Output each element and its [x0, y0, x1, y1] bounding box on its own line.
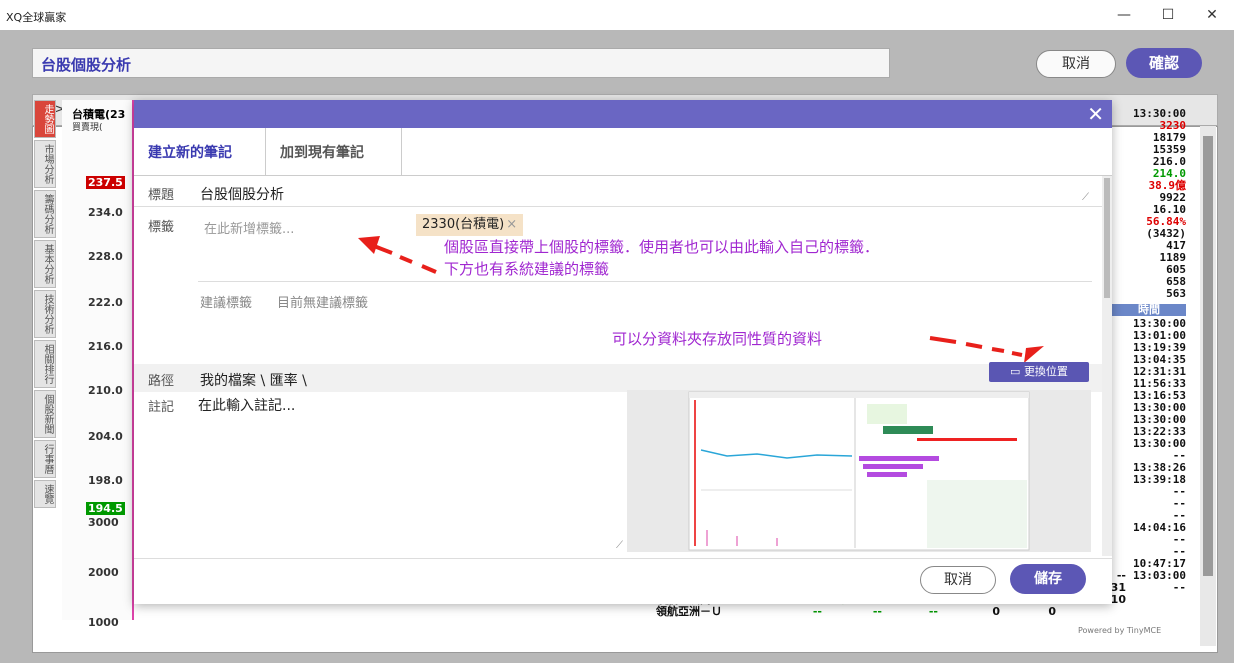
- list-cell: 領航亞洲－Ｕ: [656, 605, 722, 618]
- side-tab[interactable]: 走勢圖: [34, 100, 56, 138]
- maximize-icon[interactable]: ☐: [1146, 0, 1190, 30]
- side-tab[interactable]: 技術分析: [34, 290, 56, 338]
- powered-by: Powered by TinyMCE: [1078, 626, 1162, 635]
- y-axis-label: 237.5: [86, 176, 125, 189]
- side-tab[interactable]: 基本分析: [34, 240, 56, 288]
- folder-icon: ▭: [1010, 365, 1024, 378]
- divider: [134, 558, 1112, 559]
- tags-label: 標籤: [148, 220, 175, 235]
- tag-input[interactable]: 在此新增標籤...: [204, 218, 294, 237]
- resize-grip-icon[interactable]: ⟋: [616, 540, 623, 551]
- editor-scrollbar[interactable]: [1200, 126, 1216, 646]
- y-axis-label: 216.0: [88, 340, 123, 353]
- close-icon[interactable]: ✕: [1190, 0, 1234, 30]
- y-axis-label: 1000: [88, 616, 119, 629]
- resize-grip-icon[interactable]: ⟋: [1082, 192, 1089, 203]
- title-field[interactable]: 台股個股分析: [200, 184, 284, 204]
- dialog-scrollbar[interactable]: [1102, 176, 1112, 556]
- y-axis-label: 228.0: [88, 250, 123, 263]
- quote-value: 563: [1166, 287, 1186, 300]
- change-location-button[interactable]: ▭ 更換位置: [989, 362, 1089, 382]
- time-column-header: 時間: [1112, 304, 1186, 316]
- y-axis-label: 234.0: [88, 206, 123, 219]
- minimize-icon[interactable]: —: [1102, 0, 1146, 30]
- y-axis-label: 194.5: [86, 502, 125, 515]
- list-cell: [1056, 606, 1126, 618]
- side-tab[interactable]: 行事曆: [34, 440, 56, 478]
- divider: [134, 206, 1112, 207]
- tab-existing-note[interactable]: 加到現有筆記: [266, 128, 402, 176]
- add-note-dialog: ✕ 建立新的筆記 加到現有筆記 標題 台股個股分析 ⟋ 標籤 在此新增標籤...…: [134, 100, 1112, 604]
- side-tab[interactable]: 速覽: [34, 480, 56, 508]
- y-axis-label: 3000: [88, 516, 119, 529]
- list-cell: 0: [992, 605, 1000, 618]
- note-input[interactable]: 在此輸入註記...: [198, 395, 295, 415]
- confirm-button[interactable]: 確認: [1126, 48, 1202, 78]
- dialog-header: ✕: [134, 100, 1112, 128]
- window-controls: — ☐ ✕: [1102, 0, 1234, 30]
- list-cell: --: [872, 605, 882, 618]
- screenshot-side-tabs: 走勢圖 市場分析 籌碼分析 基本分析 技術分析 相關排行 個股新聞 行事曆 速覽: [34, 100, 60, 560]
- list-cell: --: [812, 605, 822, 618]
- side-tab[interactable]: 籌碼分析: [34, 190, 56, 238]
- tab-new-note[interactable]: 建立新的筆記: [134, 128, 266, 176]
- suggested-tags-label: 建議標籤: [200, 296, 253, 311]
- chart-subtitle: 買賣現(: [72, 123, 103, 133]
- divider: [198, 281, 1092, 282]
- screenshot-thumbnail: [627, 390, 1091, 552]
- dialog-tabs: 建立新的筆記 加到現有筆記: [134, 128, 1112, 176]
- list-cell: --: [928, 605, 938, 618]
- annotation-tags-line2: 下方也有系統建議的標籤: [444, 260, 610, 278]
- cancel-button[interactable]: 取消: [1036, 50, 1116, 78]
- quote-panel: 13:30:00 3230 18179 15359 216.0 214.0 38.9億 992…: [1112, 108, 1186, 618]
- save-button[interactable]: 儲存: [1010, 564, 1086, 594]
- annotation-tags-line1: 個股區直接帶上個股的標籤．使用者也可以由此輸入自己的標籤．: [444, 238, 880, 256]
- remove-tag-icon[interactable]: ×: [506, 217, 517, 232]
- path-value: 我的檔案 \ 匯率 \: [200, 373, 307, 389]
- y-axis-label: 198.0: [88, 474, 123, 487]
- list-cell: 0: [1048, 605, 1056, 618]
- dialog-scroll-thumb[interactable]: [1104, 178, 1110, 298]
- annotation-arrow-folder: [929, 336, 1044, 363]
- dialog-cancel-button[interactable]: 取消: [920, 566, 996, 594]
- title-label: 標題: [148, 188, 175, 203]
- y-axis-label: 204.0: [88, 430, 123, 443]
- y-axis-label: 222.0: [88, 296, 123, 309]
- side-tab[interactable]: 個股新聞: [34, 390, 56, 438]
- tag-chip-label: 2330(台積電): [422, 217, 505, 232]
- side-tab[interactable]: 市場分析: [34, 140, 56, 188]
- window-titlebar: XQ全球贏家 — ☐ ✕: [0, 0, 1234, 30]
- note-title-field[interactable]: 台股個股分析: [32, 48, 890, 78]
- app-title: XQ全球贏家: [6, 11, 67, 24]
- thumbnail-chart-icon: [688, 391, 1030, 551]
- y-axis-label: 2000: [88, 566, 119, 579]
- annotation-arrow-tags: [358, 236, 437, 274]
- suggested-tags-empty: 目前無建議標籤: [277, 296, 369, 311]
- note-label: 註記: [148, 400, 175, 415]
- list-item[interactable]: 領航亞洲－Ｕ -- -- -- 0 0: [656, 606, 1196, 618]
- annotation-folder: 可以分資料夾存放同性質的資料: [612, 330, 823, 348]
- scrollbar-thumb[interactable]: [1203, 136, 1213, 576]
- y-axis-label: 210.0: [88, 384, 123, 397]
- dialog-close-icon[interactable]: ✕: [1087, 102, 1104, 126]
- path-label: 路徑: [148, 374, 175, 389]
- side-tab[interactable]: 相關排行: [34, 340, 56, 388]
